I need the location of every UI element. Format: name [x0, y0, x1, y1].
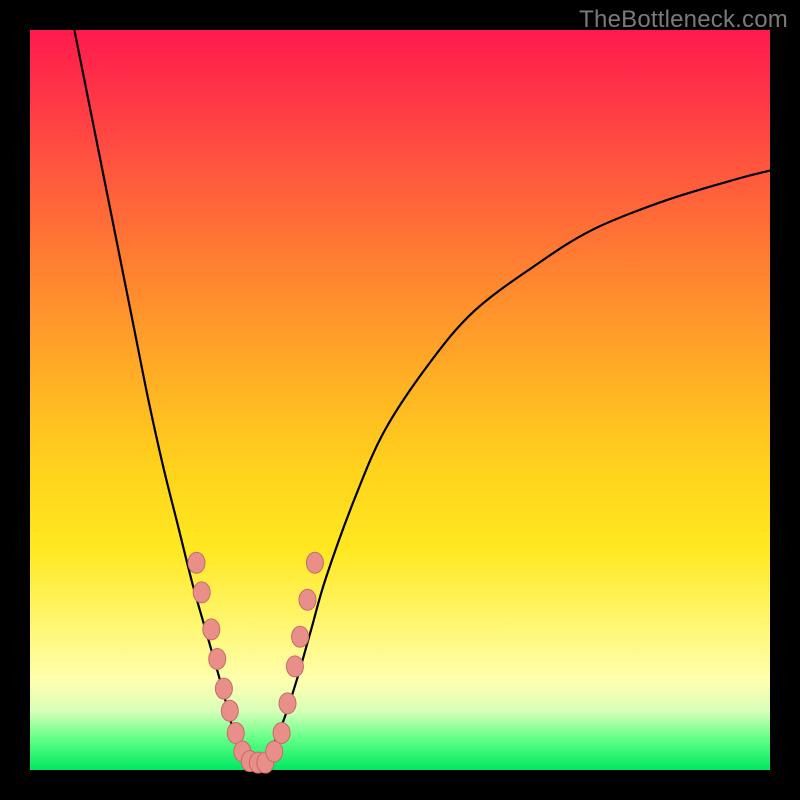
- curve-layer: [30, 30, 770, 770]
- marker-bead: [193, 582, 210, 603]
- marker-bead: [215, 678, 232, 699]
- marker-bead: [188, 552, 205, 573]
- marker-bead: [266, 741, 283, 762]
- marker-bead: [279, 693, 296, 714]
- marker-bead: [209, 649, 226, 670]
- marker-bead: [227, 723, 244, 744]
- marker-bead: [299, 589, 316, 610]
- marker-bead: [221, 700, 238, 721]
- plot-area: [30, 30, 770, 770]
- bottleneck-curve: [74, 30, 770, 768]
- marker-bead: [273, 723, 290, 744]
- marker-bead: [286, 656, 303, 677]
- marker-beads: [188, 552, 323, 773]
- marker-bead: [203, 619, 220, 640]
- marker-bead: [306, 552, 323, 573]
- marker-bead: [292, 626, 309, 647]
- chart-frame: TheBottleneck.com: [0, 0, 800, 800]
- curve-path: [74, 30, 770, 768]
